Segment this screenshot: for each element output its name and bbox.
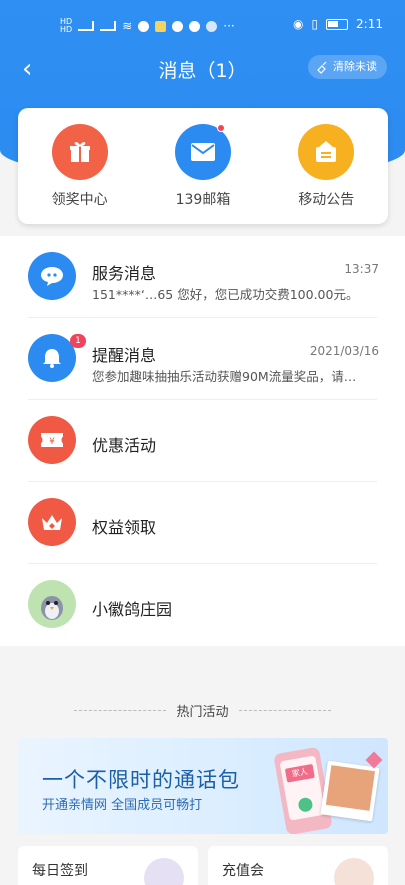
- quick-action-prize-center[interactable]: 领奖中心: [25, 108, 135, 224]
- quick-actions-card: 领奖中心 139邮箱 移动公告: [18, 108, 388, 224]
- crown-icon: [28, 498, 76, 546]
- message-title: 权益领取: [92, 518, 157, 537]
- banner-title: 一个不限时的通话包: [42, 768, 240, 792]
- message-title: 服务消息: [92, 264, 157, 283]
- message-title: 优惠活动: [92, 436, 157, 455]
- checkin-icon: [144, 858, 184, 885]
- quick-action-notice[interactable]: 移动公告: [271, 108, 381, 224]
- message-preview: 151****‘…65 您好，您已成功交费100.00元。: [92, 287, 359, 302]
- more-icon: ···: [223, 19, 235, 33]
- signal-4g-icon: [100, 21, 117, 31]
- dashed-divider: [238, 709, 331, 711]
- message-time: 2021/03/16: [309, 344, 379, 358]
- card-label: 每日签到: [32, 863, 88, 879]
- wifi-icon: ≋: [122, 19, 133, 33]
- vibrate-icon: ▯: [311, 17, 319, 31]
- clear-unread-button[interactable]: 清除未读: [308, 55, 387, 79]
- phone-tag: 家人: [284, 763, 315, 783]
- battery-icon: [326, 18, 349, 30]
- message-row-promotions[interactable]: ¥ 优惠活动: [0, 400, 405, 482]
- quick-action-label: 139邮箱: [175, 192, 231, 208]
- coupon-icon: ¥: [28, 416, 76, 464]
- message-preview: 您参加趣味抽抽乐活动获赠90M流量奖品，请…: [92, 369, 357, 384]
- message-row-benefits[interactable]: 权益领取: [0, 482, 405, 564]
- message-row-reminder[interactable]: 提醒消息 2021/03/16 您参加趣味抽抽乐活动获赠90M流量奖品，请…: [0, 318, 405, 400]
- status-bar: HD HD ≋ ··· ◉ ▯ 2:11: [0, 14, 405, 38]
- app-icon: [155, 20, 167, 32]
- pigeon-avatar-icon: [28, 580, 76, 628]
- quick-action-139-mail[interactable]: 139邮箱: [148, 108, 258, 224]
- hot-section-title: 热门活动: [176, 704, 229, 720]
- signal-4g-icon: [78, 21, 95, 31]
- sim-hd-icon: HD HD: [60, 17, 73, 34]
- gift-icon: [51, 124, 108, 180]
- svg-text:¥: ¥: [49, 437, 55, 447]
- hd-icon: [206, 20, 218, 32]
- nav-bar: ‹ 消息（1） 清除未读: [0, 52, 405, 88]
- quick-action-label: 领奖中心: [51, 192, 108, 208]
- quick-action-label: 移动公告: [298, 192, 355, 208]
- family-call-banner[interactable]: 一个不限时的通话包 开通亲情网 全国成员可畅打 家人: [18, 738, 388, 834]
- message-time: 13:37: [344, 262, 379, 276]
- unread-dot: [216, 124, 225, 132]
- message-title: 小徽鸽庄园: [92, 600, 173, 619]
- hd-icon: [138, 20, 150, 32]
- bell-icon: [28, 334, 76, 382]
- card-label: 充值会: [222, 863, 264, 879]
- hot-section-header: 热门活动: [0, 700, 405, 720]
- unread-count-badge: 1: [70, 334, 86, 348]
- mail-icon: [174, 124, 231, 180]
- clear-unread-label: 清除未读: [333, 60, 377, 73]
- phone-call-icon: [297, 796, 314, 813]
- message-icon: [172, 20, 184, 32]
- message-title: 提醒消息: [92, 346, 157, 365]
- wechat-icon: [189, 20, 201, 32]
- message-row-pigeon-farm[interactable]: 小徽鸽庄园: [0, 564, 405, 646]
- banner-subtitle: 开通亲情网 全国成员可畅打: [42, 798, 203, 813]
- status-right-icons: ◉ ▯ 2:11: [293, 17, 383, 31]
- family-photo-illustration: [320, 760, 380, 822]
- eye-icon: ◉: [292, 17, 304, 31]
- photo-image: [325, 765, 375, 811]
- recharge-card[interactable]: 充值会: [208, 846, 388, 885]
- status-time: 2:11: [356, 17, 383, 31]
- recharge-icon: [334, 858, 374, 885]
- phone-screen: 家人: [279, 755, 326, 821]
- notice-icon: [298, 124, 355, 180]
- daily-checkin-card[interactable]: 每日签到: [18, 846, 198, 885]
- chat-icon: [28, 252, 76, 300]
- dashed-divider: [74, 709, 167, 711]
- message-row-service[interactable]: 服务消息 13:37 151****‘…65 您好，您已成功交费100.00元。: [0, 236, 405, 318]
- broom-icon: [317, 61, 327, 74]
- status-left-icons: HD HD ≋ ···: [60, 18, 235, 34]
